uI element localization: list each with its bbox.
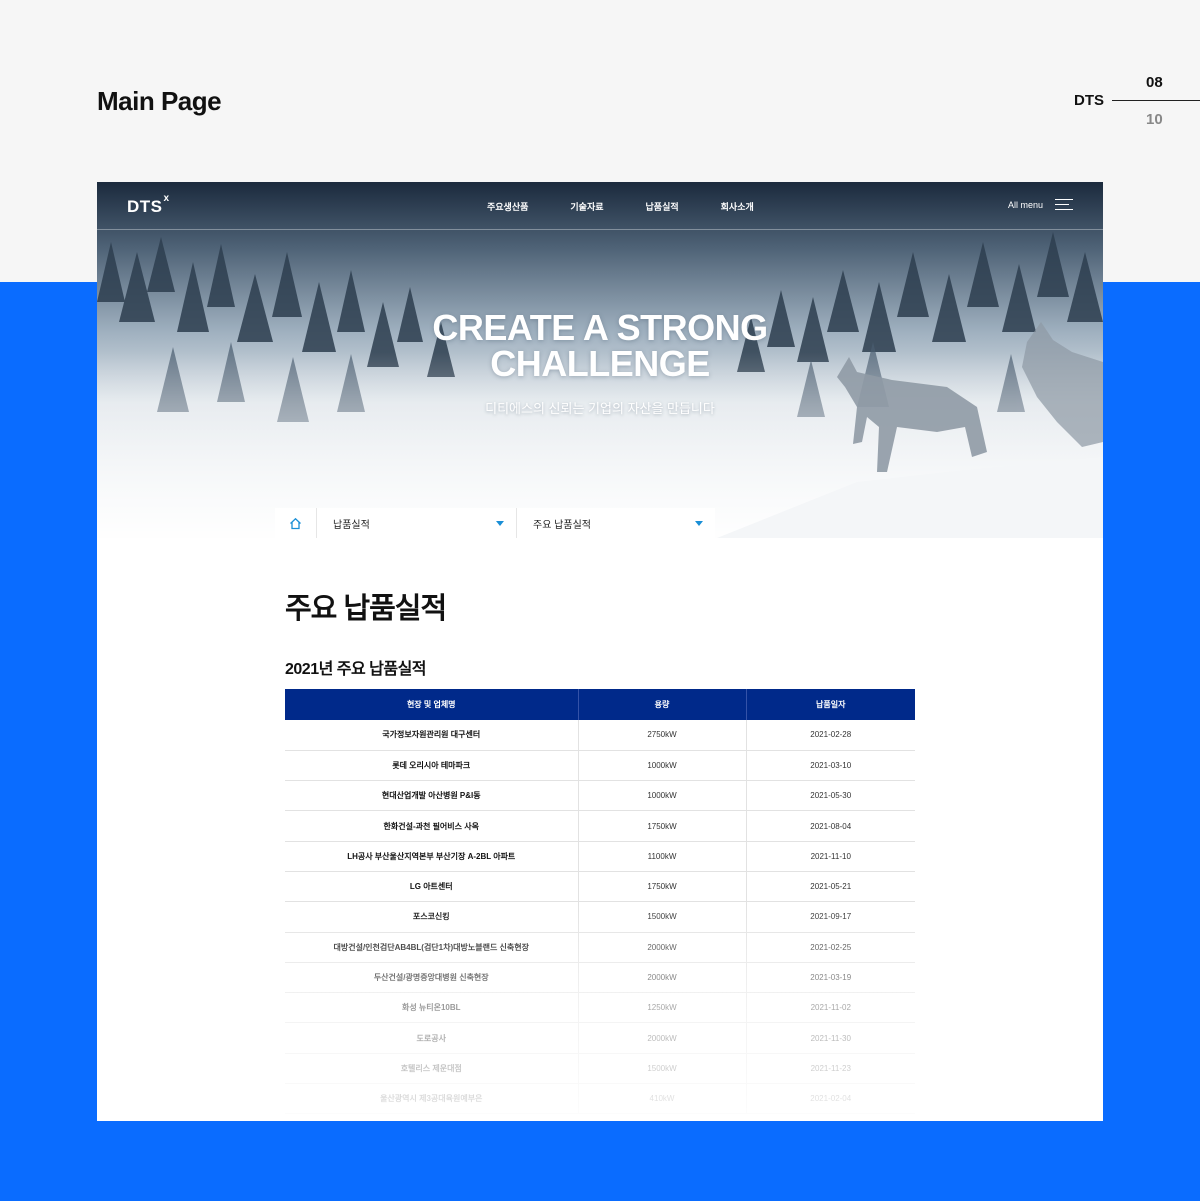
logo-mark: x xyxy=(163,193,170,205)
pager-divider xyxy=(1112,100,1200,101)
table-row: 화성 뉴티온10BL 1250kW 2021-11-02 xyxy=(285,992,915,1024)
cell-date: 2021-02-25 xyxy=(746,932,915,963)
cell-site: 두산건설/광명중앙대병원 신축현장 xyxy=(285,962,579,994)
table-row: 두산건설/광명중앙대병원 신축현장 2000kW 2021-03-19 xyxy=(285,962,915,994)
table-row: LG 아트센터 1750kW 2021-05-21 xyxy=(285,871,915,903)
logo-text: DTS xyxy=(127,197,163,216)
table-row: 대방건설/인천검단AB4BL(검단1차)대방노블랜드 신축현장 2000kW 202… xyxy=(285,932,915,963)
page-title: 주요 납품실적 xyxy=(285,593,447,625)
cell-site: 포스코신킹 xyxy=(285,901,579,933)
delivery-table-wrapper: 현장 및 업체명 용량 납품일자 국가정보자원관리원 대구센터 2750kW 202… xyxy=(285,689,915,1121)
cell-date: 2021-09-17 xyxy=(746,901,915,933)
cell-capacity: 410kW xyxy=(578,1083,747,1115)
cell-date: 2021-03-10 xyxy=(746,750,915,782)
all-menu-label: All menu xyxy=(1007,200,1043,210)
home-icon[interactable] xyxy=(275,508,317,538)
cell-capacity: 2000kW xyxy=(578,962,747,994)
pager-total: 10 xyxy=(1146,111,1163,128)
nav-item-technical-data[interactable]: 기술자료 xyxy=(570,200,603,213)
table-row: 롯데 오리시아 테마파크 1000kW 2021-03-10 xyxy=(285,750,915,782)
delivery-table: 현장 및 업체명 용량 납품일자 국가정보자원관리원 대구센터 2750kW 202… xyxy=(285,689,915,1115)
cell-site: 롯데 오리시아 테마파크 xyxy=(285,750,579,782)
table-row: 호텔리스 제운대점 1500kW 2021-11-23 xyxy=(285,1053,915,1085)
table-row: 한화건설-과천 필어비스 사옥 1750kW 2021-08-04 xyxy=(285,810,915,842)
nav-item-products[interactable]: 주요생산품 xyxy=(487,200,528,213)
cell-capacity: 1500kW xyxy=(578,901,747,933)
cell-site: 호텔리스 제운대점 xyxy=(285,1053,579,1085)
cell-date: 2021-03-19 xyxy=(746,962,915,994)
table-header-capacity: 용량 xyxy=(578,689,747,720)
chevron-down-icon xyxy=(496,521,504,526)
cell-date: 2021-08-04 xyxy=(746,810,915,842)
cell-capacity: 2000kW xyxy=(578,932,747,963)
cell-site: 국가정보자원관리원 대구센터 xyxy=(285,720,579,751)
cell-capacity: 1000kW xyxy=(578,750,747,782)
breadcrumb-select-category-value: 납품실적 xyxy=(333,519,370,531)
table-row: 도로공사 2000kW 2021-11-30 xyxy=(285,1022,915,1054)
table-row: 현대산업개발 아산병원 P&I동 1000kW 2021-05-30 xyxy=(285,780,915,812)
presentation-title: Main Page xyxy=(97,86,222,116)
cell-date: 2021-11-30 xyxy=(746,1022,915,1054)
cell-capacity: 2750kW xyxy=(578,720,747,751)
cell-capacity: 1000kW xyxy=(578,780,747,812)
hero-subtitle: 디티에스의 신뢰는 기업의 자산을 만듭니다 xyxy=(485,401,715,416)
pager-current: 08 xyxy=(1146,74,1163,91)
pager-brand: DTS xyxy=(1074,92,1104,109)
cell-date: 2021-02-04 xyxy=(746,1083,915,1115)
cell-capacity: 1750kW xyxy=(578,810,747,842)
site-header: DTSx 주요생산품 기술자료 납품실적 회사소개 All menu xyxy=(97,182,1103,230)
cell-capacity: 1500kW xyxy=(578,1053,747,1085)
cell-date: 2021-05-30 xyxy=(746,780,915,812)
cell-date: 2021-11-02 xyxy=(746,992,915,1024)
cell-date: 2021-11-10 xyxy=(746,841,915,872)
nav-item-delivery-records[interactable]: 납품실적 xyxy=(646,200,679,213)
nav-item-company[interactable]: 회사소개 xyxy=(721,200,754,213)
breadcrumb-select-page-value: 주요 납품실적 xyxy=(533,519,591,531)
breadcrumb-select-page[interactable]: 주요 납품실적 xyxy=(517,508,715,538)
breadcrumb: 납품실적 주요 납품실적 xyxy=(275,508,715,538)
cell-capacity: 1100kW xyxy=(578,841,747,872)
cell-site: 울산광역시 제3공대육원예부은 xyxy=(285,1083,579,1115)
table-row: 포스코신킹 1500kW 2021-09-17 xyxy=(285,901,915,933)
table-header-site: 현장 및 업체명 xyxy=(285,689,579,720)
table-header-row: 현장 및 업체명 용량 납품일자 xyxy=(285,689,915,720)
cell-date: 2021-11-23 xyxy=(746,1053,915,1085)
main-nav: 주요생산품 기술자료 납품실적 회사소개 xyxy=(487,200,796,213)
table-row: LH공사 부산울산지역본부 부산기장 A-2BL 아파트 1100kW 2021-1… xyxy=(285,841,915,872)
cell-capacity: 2000kW xyxy=(578,1022,747,1054)
hamburger-icon xyxy=(1055,199,1073,211)
hero-section: DTSx 주요생산품 기술자료 납품실적 회사소개 All menu CREAT… xyxy=(97,182,1103,538)
website-mockup: DTSx 주요생산품 기술자료 납품실적 회사소개 All menu CREAT… xyxy=(97,182,1103,1121)
hero-title-line1: CREATE A STRONG xyxy=(432,307,768,348)
page-indicator: DTS 08 10 xyxy=(1060,66,1200,136)
cell-site: 한화건설-과천 필어비스 사옥 xyxy=(285,810,579,842)
table-row: 울산광역시 제3공대육원예부은 410kW 2021-02-04 xyxy=(285,1083,915,1115)
cell-date: 2021-05-21 xyxy=(746,871,915,903)
section-title: 2021년 주요 납품실적 xyxy=(285,661,427,678)
cell-site: 현대산업개발 아산병원 P&I동 xyxy=(285,780,579,812)
all-menu-button[interactable]: All menu xyxy=(1008,199,1073,211)
breadcrumb-select-category[interactable]: 납품실적 xyxy=(317,508,517,538)
table-row: 국가정보자원관리원 대구센터 2750kW 2021-02-28 xyxy=(285,720,915,751)
cell-capacity: 1250kW xyxy=(578,992,747,1024)
cell-capacity: 1750kW xyxy=(578,871,747,903)
chevron-down-icon xyxy=(695,521,703,526)
cell-site: LG 아트센터 xyxy=(285,871,579,903)
table-header-date: 납품일자 xyxy=(746,689,915,720)
hero-title: CREATE A STRONG CHALLENGE xyxy=(97,310,1103,382)
cell-date: 2021-02-28 xyxy=(746,720,915,751)
cell-site: 도로공사 xyxy=(285,1022,579,1054)
cell-site: 화성 뉴티온10BL xyxy=(285,992,579,1024)
cell-site: 대방건설/인천검단AB4BL(검단1차)대방노블랜드 신축현장 xyxy=(285,932,579,963)
site-logo[interactable]: DTSx xyxy=(127,193,170,217)
hero-title-line2: CHALLENGE xyxy=(490,343,710,384)
cell-site: LH공사 부산울산지역본부 부산기장 A-2BL 아파트 xyxy=(285,841,579,872)
